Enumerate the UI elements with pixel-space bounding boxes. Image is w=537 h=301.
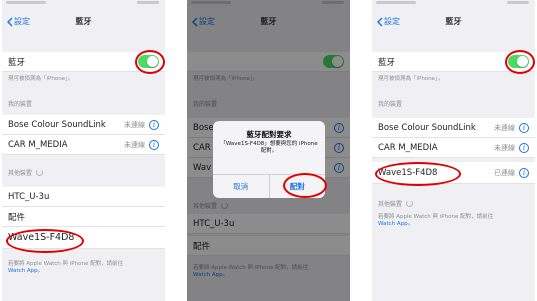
device-row-accessory[interactable]: 配件 bbox=[2, 207, 165, 227]
page-title: 藍牙 bbox=[445, 17, 462, 26]
other-devices-header: 其他裝置 bbox=[378, 199, 414, 208]
watch-app-link[interactable]: Watch App。 bbox=[8, 268, 43, 274]
alert-title: 藍牙配對要求 bbox=[246, 130, 292, 139]
info-icon[interactable]: i bbox=[519, 167, 529, 178]
device-status: 未連線 bbox=[124, 120, 145, 129]
device-status: 未連線 bbox=[494, 123, 515, 132]
highlight-circle-wave bbox=[375, 162, 461, 186]
bluetooth-label: 藍牙 bbox=[378, 57, 396, 68]
my-devices-header: 我的裝置 bbox=[378, 101, 403, 108]
bluetooth-settings-screen-2: 設定 藍牙 現可被偵測為「iPhone」。 我的裝置 Bose i CAR i … bbox=[187, 0, 350, 301]
watch-app-link[interactable]: Watch App。 bbox=[378, 221, 413, 227]
bluetooth-label: 藍牙 bbox=[8, 57, 26, 68]
device-status: 未連線 bbox=[124, 140, 145, 149]
alert-message: 「Wave1S-F4D8」想要與您的 iPhone 配對。 bbox=[220, 141, 318, 154]
bluetooth-settings-screen-3: 設定 藍牙 藍牙 現可被偵測為「iPhone」。 我的裝置 Bose Colou… bbox=[372, 0, 535, 301]
cancel-button[interactable]: 取消 bbox=[213, 175, 269, 198]
page-title: 藍牙 bbox=[75, 17, 92, 26]
discoverable-note: 現可被偵測為「iPhone」。 bbox=[378, 76, 444, 82]
info-icon[interactable]: i bbox=[519, 122, 529, 133]
loading-spinner-icon bbox=[406, 200, 414, 207]
bluetooth-settings-screen-1: 設定 藍牙 藍牙 現可被偵測為「iPhone」。 我的裝置 Bose Colou… bbox=[2, 0, 165, 301]
nav-bar: 設定 藍牙 bbox=[372, 5, 535, 37]
nav-bar: 設定 藍牙 bbox=[2, 5, 165, 37]
discoverable-note: 現可被偵測為「iPhone」。 bbox=[8, 76, 74, 82]
info-icon[interactable]: i bbox=[519, 142, 529, 153]
watch-note: 若要將 Apple Watch 與 iPhone 配對，請前往 Watch Ap… bbox=[8, 261, 124, 274]
device-row-htc[interactable]: HTC_U-3u bbox=[2, 187, 165, 207]
watch-note: 若要將 Apple Watch 與 iPhone 配對，請前往 Watch Ap… bbox=[378, 214, 494, 227]
device-row-car[interactable]: CAR M_MEDIA 未連線 i bbox=[2, 135, 165, 155]
highlight-circle-toggle bbox=[135, 50, 165, 74]
highlight-circle-wave bbox=[6, 229, 84, 253]
info-icon[interactable]: i bbox=[149, 119, 159, 130]
highlight-circle-pair bbox=[283, 173, 327, 198]
highlight-circle-toggle bbox=[505, 50, 535, 74]
device-row-car[interactable]: CAR M_MEDIA 未連線 i bbox=[372, 138, 535, 158]
my-devices-header: 我的裝置 bbox=[8, 101, 33, 108]
device-status: 已連線 bbox=[494, 168, 515, 177]
device-status: 未連線 bbox=[494, 143, 515, 152]
info-icon[interactable]: i bbox=[149, 139, 159, 150]
device-row-bose[interactable]: Bose Colour SoundLink 未連線 i bbox=[2, 115, 165, 135]
other-devices-header: 其他裝置 bbox=[8, 168, 44, 177]
loading-spinner-icon bbox=[36, 169, 44, 176]
device-row-bose[interactable]: Bose Colour SoundLink 未連線 i bbox=[372, 118, 535, 138]
